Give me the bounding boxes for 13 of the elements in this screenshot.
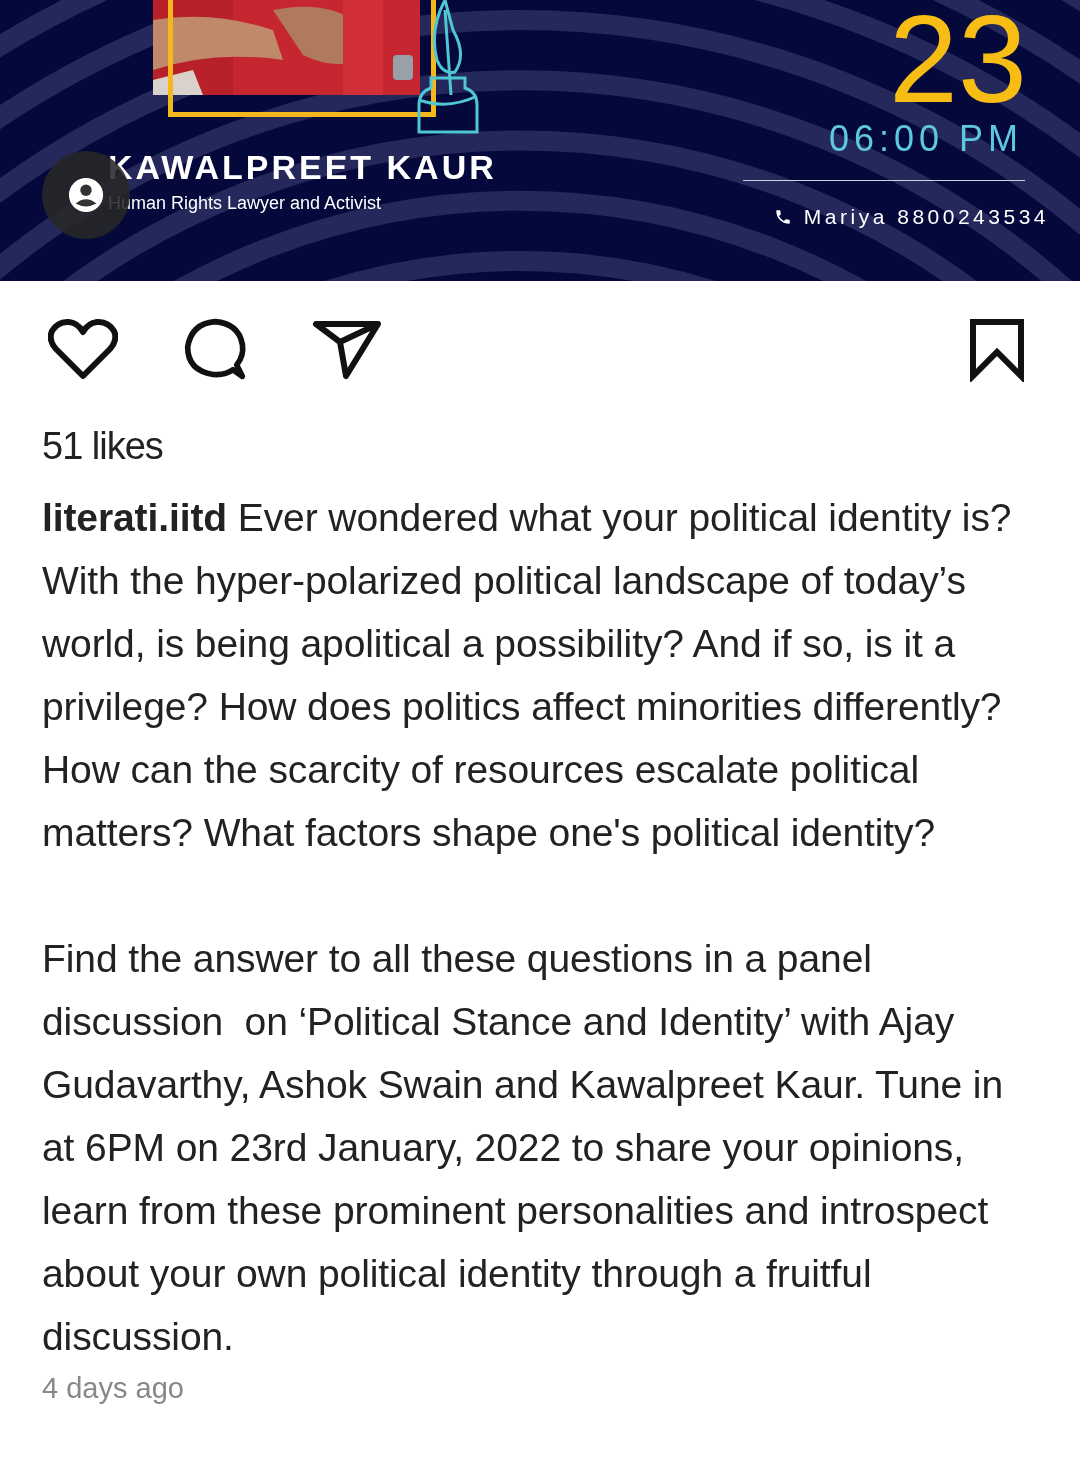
speaker-name: KAWALPREET KAUR [108, 148, 497, 187]
user-icon [67, 176, 105, 214]
event-date: 23 [889, 0, 1027, 118]
bookmark-button[interactable] [969, 316, 1025, 382]
caption-paragraph: Find the answer to all these questions in a panel discussion on ‘Political Stance and Identity’ with Ajay Gudavarthy, Ashok Swain and Kawalpreet Kaur. Tune in at 6PM on 23rd January, 2022 to share your opinions, learn from these prominent personalities and introspect about your own political identity through a fruitful discussion. [42, 936, 1004, 1360]
caption-paragraph: literati.iitd Ever wondered what your political identity is? With the hyper-polarized political landscape of today’s world, is being apolitical a possibility? And if so, is it a privilege? How does politics affect minorities differently? How can the scarcity of resources escalate political matters? What factors shape one's political identity? [42, 495, 1013, 856]
like-button[interactable] [48, 316, 118, 382]
contact-text: Mariya 8800243534 [803, 205, 1049, 229]
quill-inkwell-icon [415, 0, 481, 134]
post-timestamp: 4 days ago [42, 1372, 185, 1405]
phone-icon [773, 208, 792, 226]
event-time: 06:00 PM [828, 118, 1023, 160]
likes-count: 51 likes [42, 425, 164, 468]
